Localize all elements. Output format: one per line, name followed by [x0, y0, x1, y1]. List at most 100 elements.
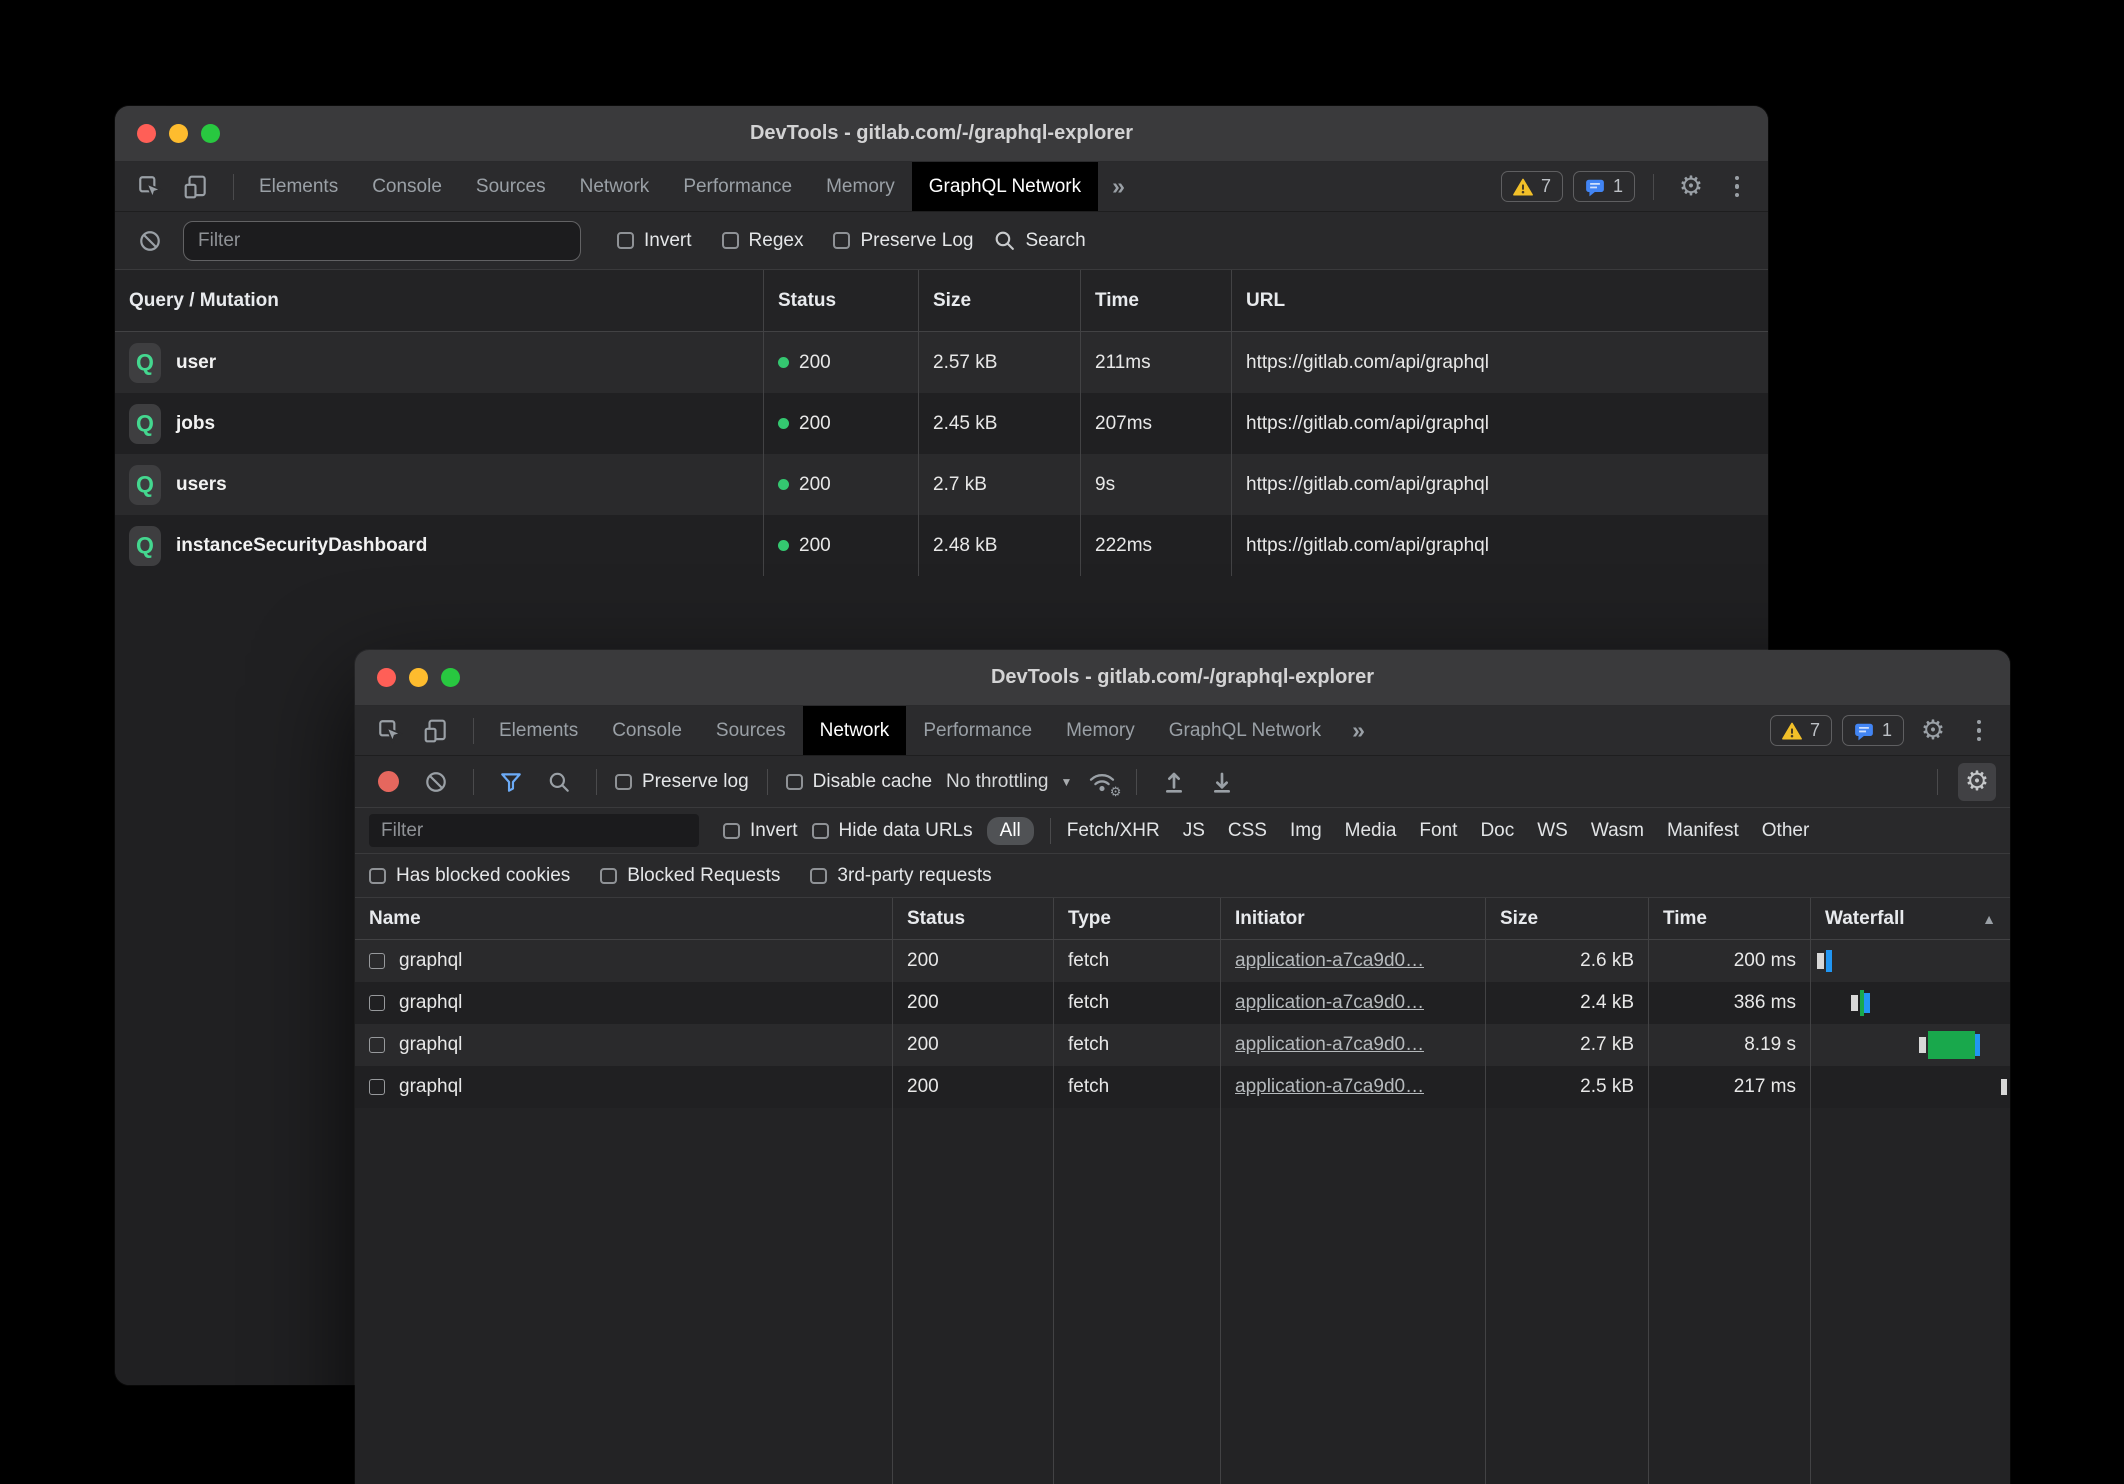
devtools-window-network: DevTools - gitlab.com/-/graphql-explorer… [355, 650, 2010, 1484]
row-checkbox[interactable] [369, 995, 385, 1011]
filter-input[interactable] [369, 814, 699, 847]
clear-icon[interactable] [417, 763, 455, 801]
initiator-link[interactable]: application-a7ca9d0… [1235, 1034, 1424, 1056]
more-tabs-chevron-icon[interactable]: » [1338, 706, 1379, 755]
throttling-dropdown[interactable]: No throttling▼ [946, 771, 1072, 793]
warnings-badge[interactable]: 7 [1770, 715, 1832, 746]
tab-elements[interactable]: Elements [482, 706, 595, 755]
row-checkbox[interactable] [369, 953, 385, 969]
tab-elements[interactable]: Elements [242, 162, 355, 211]
zoom-button[interactable] [201, 124, 220, 143]
filter-input[interactable] [183, 221, 581, 261]
column-header-status[interactable]: Status [764, 270, 919, 331]
network-request-row[interactable]: graphql 200 fetch application-a7ca9d0… 2… [355, 940, 2010, 982]
hide-data-urls-checkbox[interactable]: Hide data URLs [812, 820, 973, 842]
graphql-request-row[interactable]: Quser 200 2.57 kB 211ms https://gitlab.c… [115, 332, 1768, 393]
minimize-button[interactable] [409, 668, 428, 687]
disable-cache-checkbox[interactable]: Disable cache [786, 771, 932, 793]
type-filter-ws[interactable]: WS [1537, 820, 1568, 842]
issues-badge[interactable]: 1 [1573, 171, 1635, 202]
column-header-size[interactable]: Size [1486, 898, 1649, 939]
blocked-requests-checkbox[interactable]: Blocked Requests [600, 865, 780, 887]
type-filter-all[interactable]: All [987, 817, 1034, 845]
tab-performance[interactable]: Performance [666, 162, 809, 211]
type-filter-manifest[interactable]: Manifest [1667, 820, 1739, 842]
kebab-menu-icon[interactable] [1720, 170, 1754, 204]
close-button[interactable] [377, 668, 396, 687]
warnings-badge[interactable]: 7 [1501, 171, 1563, 202]
column-header-waterfall[interactable]: Waterfall▲ [1811, 898, 2010, 939]
column-header-initiator[interactable]: Initiator [1221, 898, 1486, 939]
zoom-button[interactable] [441, 668, 460, 687]
type-filter-js[interactable]: JS [1183, 820, 1205, 842]
device-toolbar-icon[interactable] [417, 712, 455, 750]
export-har-icon[interactable] [1203, 763, 1241, 801]
row-checkbox[interactable] [369, 1079, 385, 1095]
type-filter-wasm[interactable]: Wasm [1591, 820, 1644, 842]
initiator-link[interactable]: application-a7ca9d0… [1235, 992, 1424, 1014]
graphql-request-row[interactable]: QinstanceSecurityDashboard 200 2.48 kB 2… [115, 515, 1768, 576]
initiator-link[interactable]: application-a7ca9d0… [1235, 950, 1424, 972]
minimize-button[interactable] [169, 124, 188, 143]
filter-funnel-icon[interactable] [492, 763, 530, 801]
tab-graphql-network[interactable]: GraphQL Network [1152, 706, 1338, 755]
kebab-menu-icon[interactable] [1962, 714, 1996, 748]
initiator-link[interactable]: application-a7ca9d0… [1235, 1076, 1424, 1098]
column-header-status[interactable]: Status [893, 898, 1054, 939]
column-header-time[interactable]: Time [1081, 270, 1232, 331]
network-settings-gear-icon[interactable]: ⚙ [1958, 763, 1996, 801]
tab-memory[interactable]: Memory [809, 162, 912, 211]
tab-console[interactable]: Console [595, 706, 699, 755]
network-conditions-icon[interactable]: ⚙ [1086, 768, 1118, 796]
network-request-row[interactable]: graphql 200 fetch application-a7ca9d0… 2… [355, 1066, 2010, 1108]
tab-console[interactable]: Console [355, 162, 459, 211]
tab-memory[interactable]: Memory [1049, 706, 1152, 755]
type-filter-doc[interactable]: Doc [1480, 820, 1514, 842]
import-har-icon[interactable] [1155, 763, 1193, 801]
column-header-name[interactable]: Name [355, 898, 893, 939]
type-filter-img[interactable]: Img [1290, 820, 1322, 842]
graphql-request-row[interactable]: Qusers 200 2.7 kB 9s https://gitlab.com/… [115, 454, 1768, 515]
close-button[interactable] [137, 124, 156, 143]
tab-graphql-network[interactable]: GraphQL Network [912, 162, 1098, 211]
device-toolbar-icon[interactable] [177, 168, 215, 206]
network-request-row[interactable]: graphql 200 fetch application-a7ca9d0… 2… [355, 982, 2010, 1024]
network-request-row[interactable]: graphql 200 fetch application-a7ca9d0… 2… [355, 1024, 2010, 1066]
type-filter-css[interactable]: CSS [1228, 820, 1267, 842]
tab-sources[interactable]: Sources [699, 706, 803, 755]
column-header-query-mutation[interactable]: Query / Mutation [115, 270, 764, 331]
settings-gear-icon[interactable]: ⚙ [1672, 168, 1710, 206]
issues-badge[interactable]: 1 [1842, 715, 1904, 746]
preserve-log-checkbox[interactable]: Preserve Log [833, 230, 973, 252]
tab-performance[interactable]: Performance [906, 706, 1049, 755]
has-blocked-cookies-checkbox[interactable]: Has blocked cookies [369, 865, 570, 887]
tab-network[interactable]: Network [803, 706, 907, 755]
third-party-requests-checkbox[interactable]: 3rd-party requests [810, 865, 991, 887]
type-filter-media[interactable]: Media [1345, 820, 1397, 842]
search-button[interactable]: Search [993, 229, 1085, 252]
column-header-time[interactable]: Time [1649, 898, 1811, 939]
settings-gear-icon[interactable]: ⚙ [1914, 712, 1952, 750]
column-header-size[interactable]: Size [919, 270, 1081, 331]
more-tabs-chevron-icon[interactable]: » [1098, 162, 1139, 211]
inspect-element-icon[interactable] [371, 712, 409, 750]
tab-network[interactable]: Network [563, 162, 667, 211]
type-filter-other[interactable]: Other [1762, 820, 1810, 842]
preserve-log-checkbox[interactable]: Preserve log [615, 771, 749, 793]
record-button[interactable] [369, 763, 407, 801]
invert-checkbox[interactable]: Invert [617, 230, 692, 252]
graphql-request-row[interactable]: Qjobs 200 2.45 kB 207ms https://gitlab.c… [115, 393, 1768, 454]
tab-sources[interactable]: Sources [459, 162, 563, 211]
response-time: 217 ms [1734, 1076, 1796, 1098]
clear-icon[interactable] [131, 222, 169, 260]
response-size: 2.5 kB [1580, 1076, 1634, 1098]
inspect-element-icon[interactable] [131, 168, 169, 206]
row-checkbox[interactable] [369, 1037, 385, 1053]
search-icon[interactable] [540, 763, 578, 801]
regex-checkbox[interactable]: Regex [722, 230, 804, 252]
type-filter-fetch-xhr[interactable]: Fetch/XHR [1067, 820, 1160, 842]
column-header-type[interactable]: Type [1054, 898, 1221, 939]
type-filter-font[interactable]: Font [1419, 820, 1457, 842]
invert-checkbox[interactable]: Invert [723, 820, 798, 842]
column-header-url[interactable]: URL [1232, 270, 1768, 331]
